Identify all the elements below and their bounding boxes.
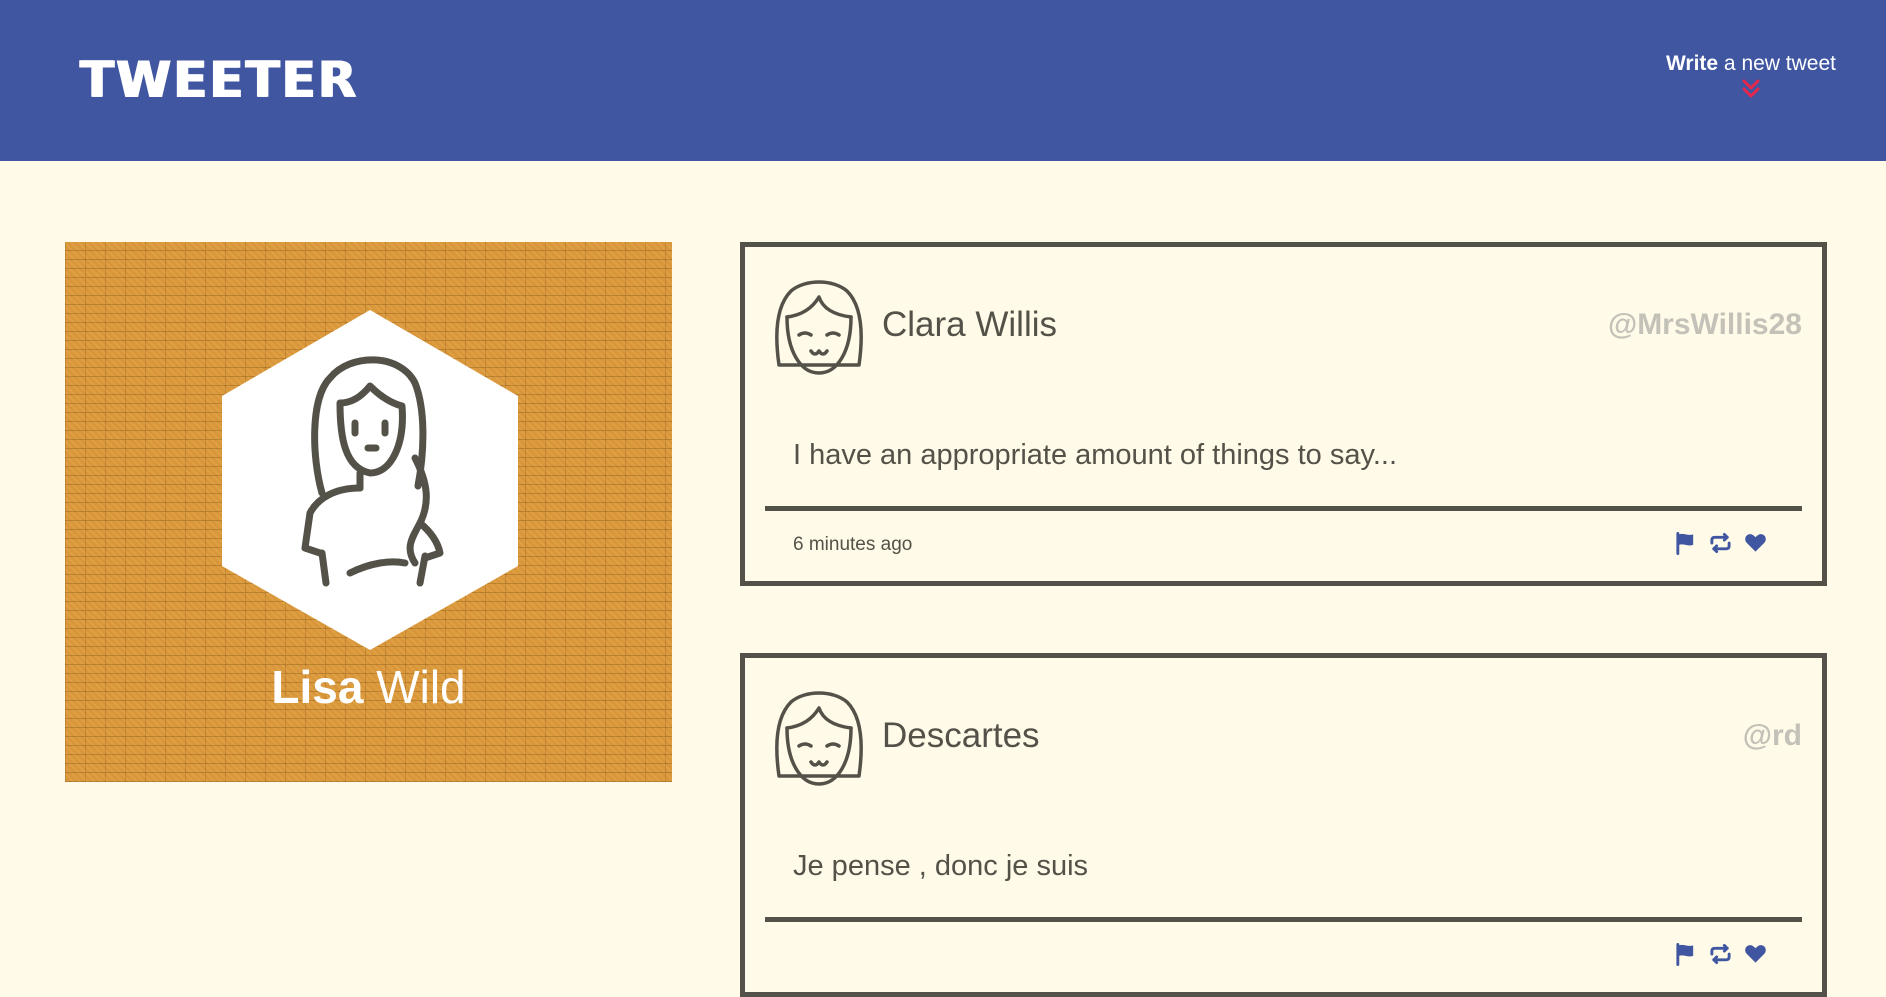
tweet-card: Descartes @rd Je pense , donc je suis	[740, 653, 1827, 997]
tweet-divider	[765, 506, 1802, 511]
smiling-girl-avatar-icon[interactable]	[773, 688, 865, 788]
tweet-card: Clara Willis @MrsWillis28 I have an appr…	[740, 242, 1827, 586]
tweet-timestamp: 6 minutes ago	[793, 534, 913, 555]
flag-icon[interactable]	[1674, 531, 1697, 555]
retweet-icon[interactable]	[1709, 531, 1732, 555]
write-new-tweet-label: Write a new tweet	[1666, 52, 1836, 76]
tweet-author-handle: @MrsWillis28	[1607, 308, 1802, 341]
heart-icon[interactable]	[1744, 531, 1767, 555]
profile-name: Lisa Wild	[65, 660, 672, 714]
double-chevron-down-icon[interactable]	[1741, 78, 1761, 100]
navbar: TWEETER Write a new tweet	[0, 0, 1886, 161]
write-rest-label: a new tweet	[1718, 52, 1836, 75]
app-logo[interactable]: TWEETER	[80, 52, 358, 108]
heart-icon[interactable]	[1744, 942, 1767, 966]
smiling-girl-avatar-icon[interactable]	[773, 277, 865, 377]
tweet-actions	[1674, 531, 1767, 555]
woman-avatar-icon	[222, 310, 518, 650]
profile-first-name: Lisa	[271, 661, 364, 713]
tweet-text: Je pense , donc je suis	[793, 850, 1089, 882]
profile-last-name: Wild	[376, 661, 466, 713]
flag-icon[interactable]	[1674, 942, 1697, 966]
profile-card: Lisa Wild	[65, 242, 672, 782]
write-new-tweet-button[interactable]: Write a new tweet	[1666, 52, 1836, 100]
tweet-actions	[1674, 942, 1767, 966]
retweet-icon[interactable]	[1709, 942, 1732, 966]
tweet-author-name: Descartes	[882, 716, 1040, 755]
tweet-divider	[765, 917, 1802, 922]
tweet-text: I have an appropriate amount of things t…	[793, 439, 1398, 471]
write-bold-label: Write	[1665, 52, 1719, 75]
tweet-author-handle: @rd	[1742, 719, 1802, 752]
tweet-author-name: Clara Willis	[882, 305, 1057, 344]
